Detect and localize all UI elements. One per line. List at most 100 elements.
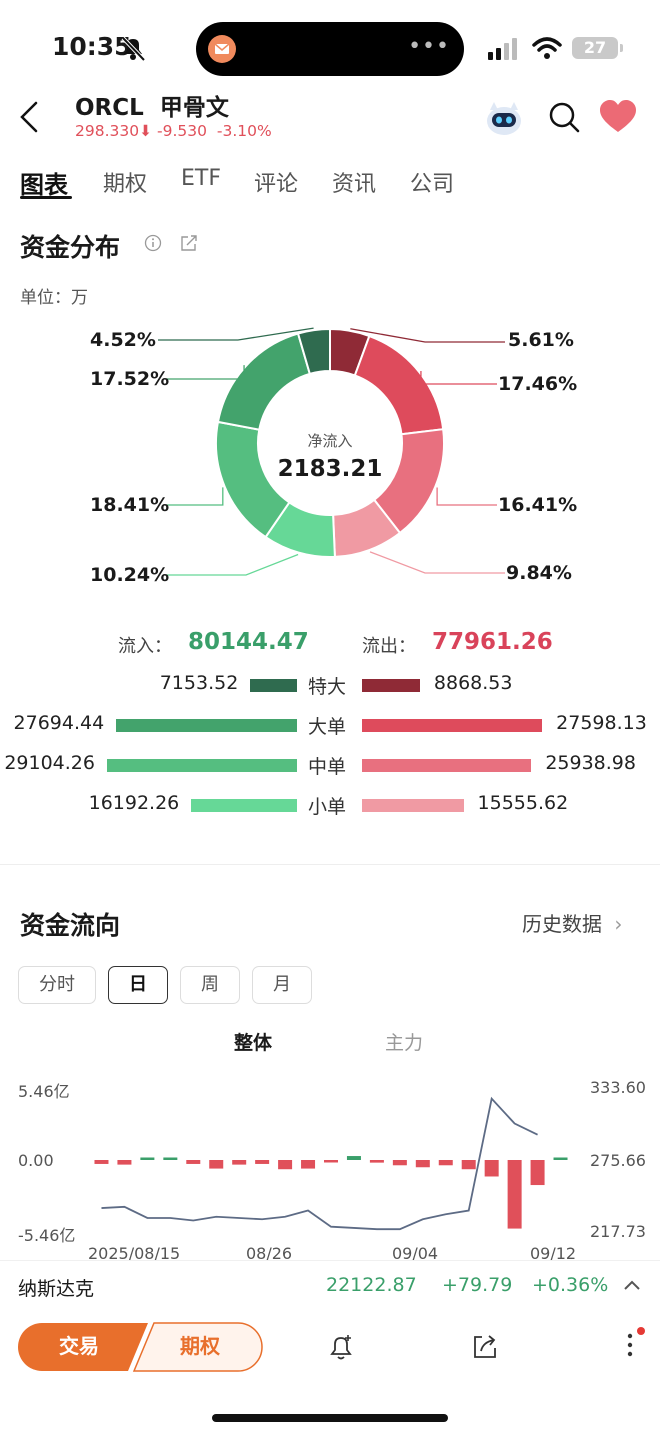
tab-active-indicator <box>20 196 72 199</box>
fund-distribution-title: 资金分布 <box>20 233 121 262</box>
segment-main-force[interactable]: 主力 <box>385 1028 423 1055</box>
info-icon[interactable] <box>144 234 162 252</box>
outflow-bar <box>362 679 420 692</box>
inflow-bar <box>250 679 297 692</box>
flow-bar <box>117 1160 132 1165</box>
signal-icon <box>488 38 517 60</box>
options-button[interactable]: 期权 <box>140 1322 260 1370</box>
flow-bar <box>324 1160 338 1163</box>
inflow-value: 80144.47 <box>188 629 309 655</box>
flow-bar <box>232 1160 247 1165</box>
index-name: 纳斯达克 <box>18 1278 95 1300</box>
flow-bar <box>438 1160 453 1166</box>
flow-bar <box>415 1160 430 1168</box>
donut-slice-out-2 <box>353 334 445 436</box>
flow-bar <box>94 1160 109 1164</box>
outflow-bar <box>362 799 464 812</box>
pct-right-3: 16.41% <box>498 494 578 516</box>
robot-assistant-icon[interactable] <box>484 98 524 138</box>
flow-bar <box>163 1157 178 1160</box>
order-size-label: 小单 <box>308 796 347 818</box>
more-vertical-icon[interactable] <box>620 1326 646 1362</box>
order-size-label: 大单 <box>308 716 347 738</box>
flow-bar <box>346 1156 361 1160</box>
inflow-amount: 7153.52 <box>159 672 239 694</box>
index-change: +79.79 <box>442 1274 513 1296</box>
chevron-up-icon[interactable] <box>622 1278 642 1292</box>
period-month[interactable]: 月 <box>252 966 312 1004</box>
trade-button[interactable]: 交易 <box>18 1322 140 1370</box>
inflow-label: 流入： <box>118 636 172 657</box>
leader-line <box>166 553 299 576</box>
segment-overall[interactable]: 整体 <box>234 1028 272 1055</box>
pct-right-2: 17.46% <box>498 373 578 395</box>
donut-slice-in-2 <box>216 332 312 431</box>
leader-line <box>369 551 505 574</box>
alert-bell-icon[interactable] <box>326 1332 356 1362</box>
flow-bar <box>140 1157 155 1160</box>
back-arrow-icon[interactable] <box>18 100 40 134</box>
price: 298.330 <box>75 122 140 140</box>
inflow-bar <box>191 799 297 812</box>
section-divider <box>0 864 660 865</box>
mute-bell-icon <box>121 36 146 62</box>
tab-comments[interactable]: 评论 <box>254 166 298 198</box>
net-inflow-value: 2183.21 <box>277 456 383 482</box>
stock-title: ORCL 甲骨文 <box>75 88 229 122</box>
flow-bar <box>461 1160 476 1170</box>
history-data-link[interactable]: 历史数据 › <box>522 908 622 937</box>
outflow-amount: 15555.62 <box>477 792 569 814</box>
outflow-value: 77961.26 <box>432 629 553 655</box>
outflow-amount: 25938.98 <box>545 752 636 774</box>
leader-line <box>166 487 224 506</box>
history-data-label: 历史数据 <box>522 912 602 936</box>
fund-flow-title: 资金流向 <box>20 911 121 940</box>
chevron-right-icon: › <box>614 912 623 936</box>
home-indicator <box>212 1414 448 1422</box>
flow-bar <box>484 1160 499 1177</box>
leader-line <box>420 370 497 385</box>
pct-left-2: 17.52% <box>90 368 170 390</box>
period-day[interactable]: 日 <box>108 966 168 1004</box>
flow-bar <box>255 1160 270 1164</box>
company-name: 甲骨文 <box>159 95 229 121</box>
fund-flow-chart <box>94 1096 568 1231</box>
share-icon[interactable] <box>470 1332 500 1362</box>
pct-left-3: 18.41% <box>90 494 170 516</box>
period-minute[interactable]: 分时 <box>18 966 96 1004</box>
battery-tip <box>620 44 623 52</box>
inflow-amount: 27694.44 <box>13 712 105 734</box>
flow-bar <box>186 1160 201 1164</box>
search-icon[interactable] <box>547 100 581 134</box>
order-size-label: 特大 <box>308 676 347 698</box>
flow-bar <box>301 1160 316 1169</box>
ticker: ORCL <box>75 95 144 121</box>
period-week[interactable]: 周 <box>180 966 240 1004</box>
pct-right-4: 9.84% <box>506 562 572 584</box>
flow-bar <box>553 1157 568 1160</box>
leader-line <box>166 365 245 380</box>
more-dots-icon: ••• <box>408 34 450 59</box>
net-inflow-label: 净流入 <box>307 432 353 450</box>
outflow-bar <box>362 719 543 732</box>
mail-app-icon <box>208 35 236 63</box>
index-change-pct: +0.36% <box>532 1274 609 1296</box>
tab-etf[interactable]: ETF <box>181 166 221 191</box>
flow-bar <box>209 1160 224 1169</box>
price-quote: 298.330⬇ -9.530 -3.10% <box>75 122 272 140</box>
favorite-heart-icon[interactable] <box>600 100 636 134</box>
share-icon[interactable] <box>180 234 198 252</box>
pct-left-4: 10.24% <box>90 564 170 586</box>
tab-company[interactable]: 公司 <box>410 166 454 198</box>
inflow-bar <box>107 759 297 772</box>
tab-chart[interactable]: 图表 <box>20 165 68 200</box>
flow-bar <box>530 1160 545 1186</box>
pct-right-1: 5.61% <box>508 329 574 351</box>
outflow-amount: 8868.53 <box>433 672 513 694</box>
tab-news[interactable]: 资讯 <box>332 166 376 198</box>
price-change-pct: -3.10% <box>216 122 272 140</box>
tab-options[interactable]: 期权 <box>103 166 147 198</box>
price-change: -9.530 <box>157 122 208 140</box>
outflow-amount: 27598.13 <box>556 712 647 734</box>
pct-left-1: 4.52% <box>90 329 156 351</box>
